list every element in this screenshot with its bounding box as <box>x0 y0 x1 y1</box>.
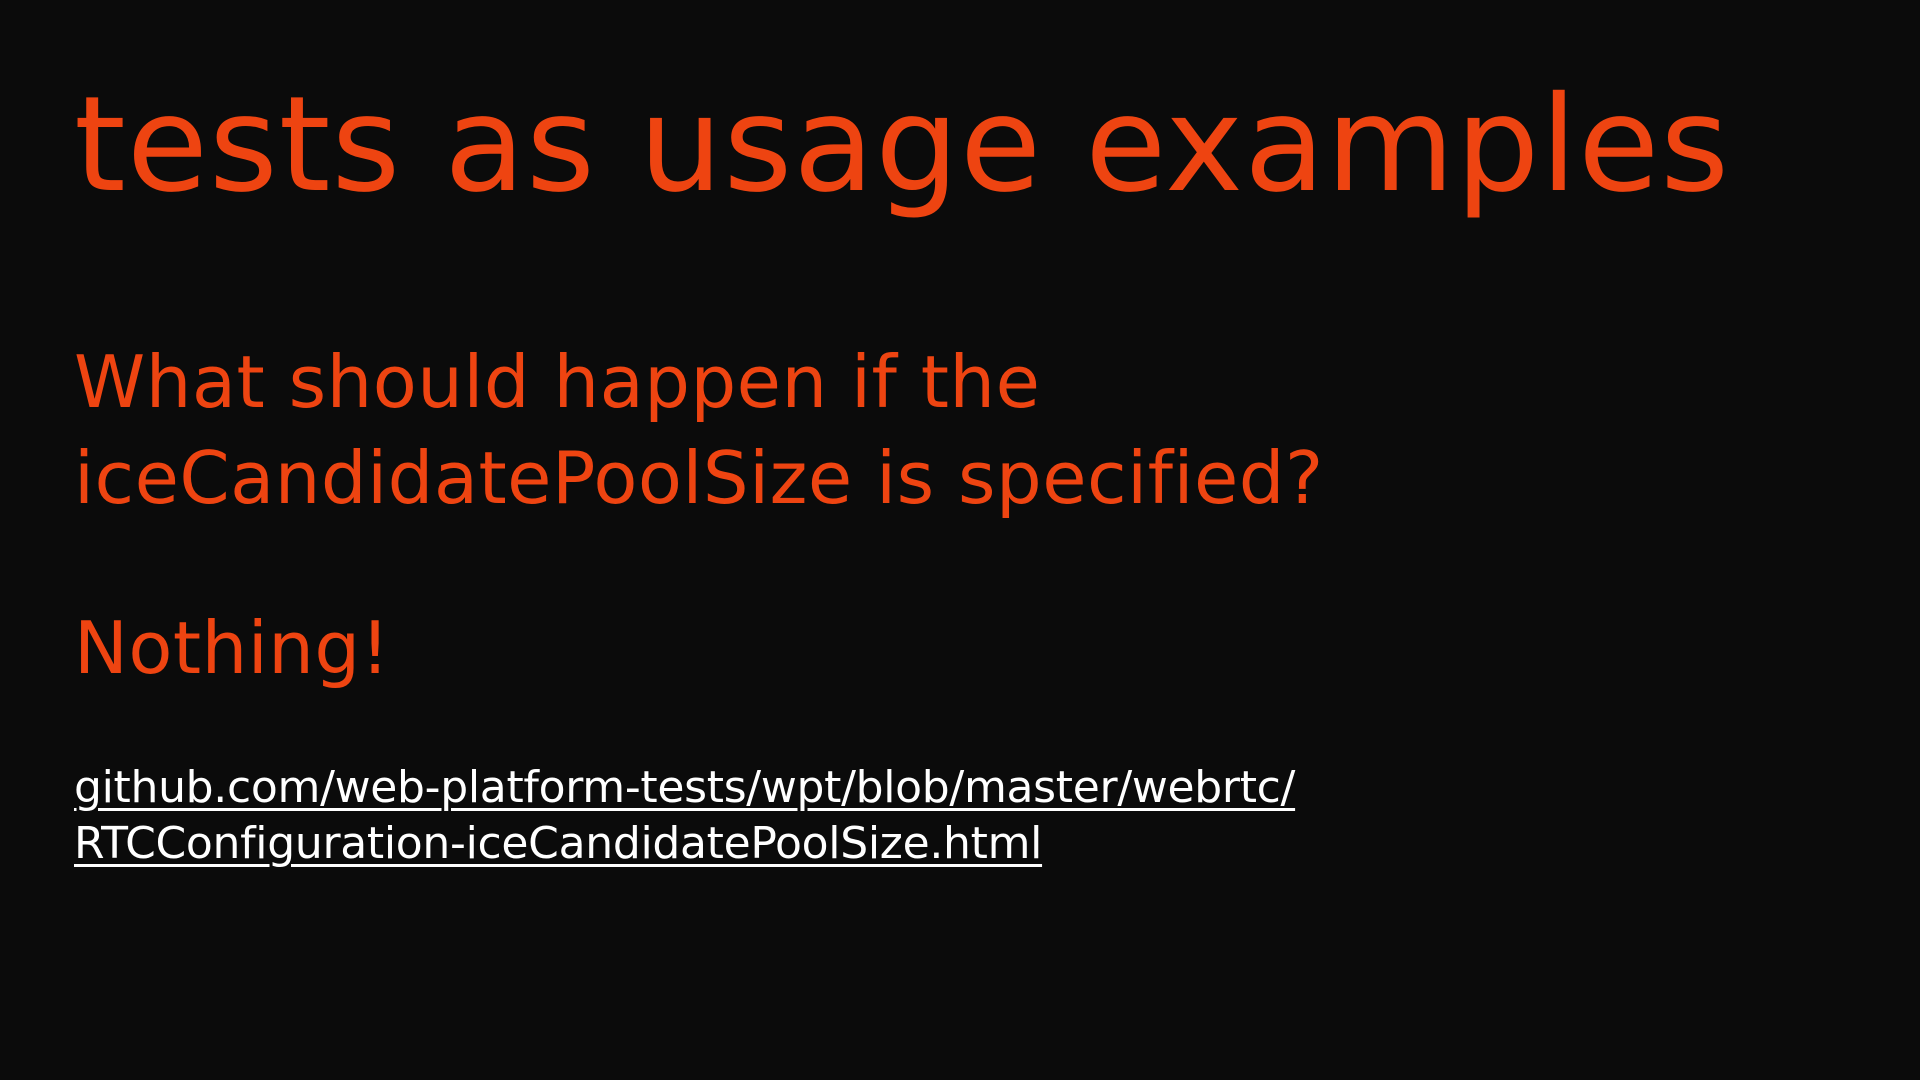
answer-text: Nothing! <box>74 606 390 690</box>
question-line-1: What should happen if the <box>74 340 1041 424</box>
test-file-link[interactable]: github.com/web-platform-tests/wpt/blob/m… <box>74 760 1295 872</box>
question-text: What should happen if the iceCandidatePo… <box>74 334 1324 526</box>
question-line-2: iceCandidatePoolSize is specified? <box>74 436 1324 520</box>
link-line-2[interactable]: RTCConfiguration-iceCandidatePoolSize.ht… <box>74 816 1295 872</box>
slide-title: tests as usage examples <box>74 68 1731 222</box>
link-line-1[interactable]: github.com/web-platform-tests/wpt/blob/m… <box>74 760 1295 816</box>
slide: tests as usage examples What should happ… <box>0 0 1920 1080</box>
